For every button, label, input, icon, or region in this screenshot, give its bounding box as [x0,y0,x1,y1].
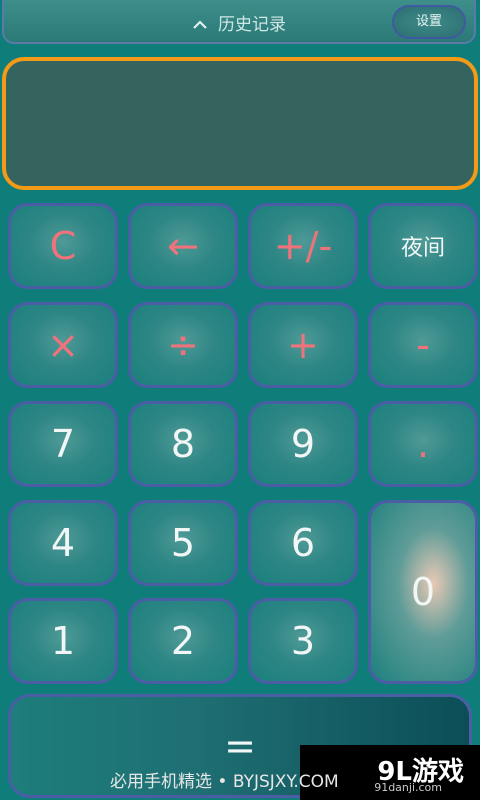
decimal-button[interactable]: . [368,401,478,487]
digit-2-button[interactable]: 2 [128,598,238,684]
digit-9-button[interactable]: 9 [248,401,358,487]
digit-8-button[interactable]: 8 [128,401,238,487]
multiply-button[interactable]: × [8,302,118,388]
watermark-text: 必用手机精选 • BYJSJXY.COM [110,772,339,792]
night-mode-label: 夜间 [400,236,445,261]
watermark: 必用手机精选 • BYJSJXY.COM 9L游戏 91danji.com [0,745,480,800]
backspace-button[interactable]: ← [128,203,238,289]
digit-0-button[interactable]: 0 [368,500,478,684]
history-label: 历史记录 [218,15,286,35]
top-bar: 历史记录 设置 [2,0,476,44]
result-display [2,57,478,190]
digit-7-button[interactable]: 7 [8,401,118,487]
digit-1-button[interactable]: 1 [8,598,118,684]
digit-6-button[interactable]: 6 [248,500,358,586]
minus-button[interactable]: - [368,302,478,388]
negate-button[interactable]: +/- [248,203,358,289]
digit-5-button[interactable]: 5 [128,500,238,586]
digit-4-button[interactable]: 4 [8,500,118,586]
clear-button[interactable]: C [8,203,118,289]
watermark-site: 91danji.com [374,781,442,794]
chevron-up-icon [192,15,208,35]
settings-button[interactable]: 设置 [392,5,466,39]
plus-button[interactable]: + [248,302,358,388]
divide-button[interactable]: ÷ [128,302,238,388]
digit-3-button[interactable]: 3 [248,598,358,684]
night-mode-button[interactable]: 夜间 [368,203,478,289]
